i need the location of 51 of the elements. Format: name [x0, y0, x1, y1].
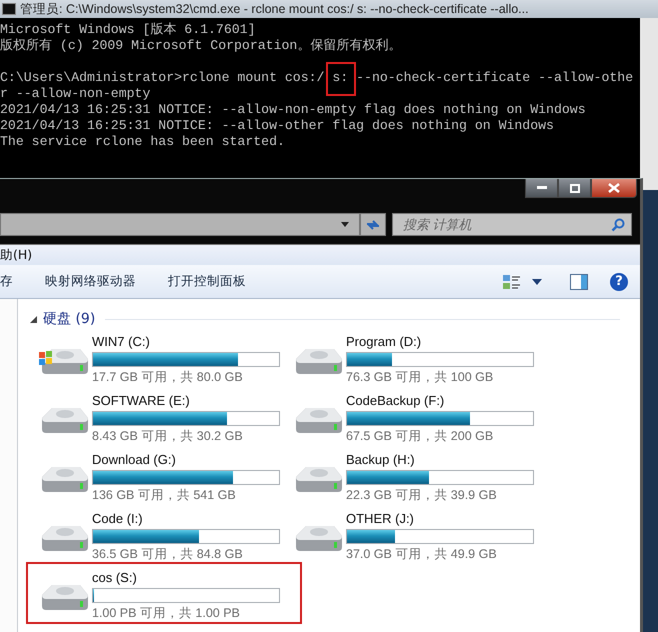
close-button[interactable]: [591, 179, 637, 198]
close-icon: [608, 183, 620, 193]
free-space: 17.7 GB 可用，共 80.0 GB: [92, 370, 244, 385]
preview-pane-icon[interactable]: [570, 274, 588, 290]
search-field[interactable]: 搜索 计算机: [401, 216, 611, 233]
drive-name[interactable]: Backup (H:): [346, 452, 534, 468]
view-icon[interactable]: [502, 274, 522, 290]
console-line: r --allow-non-empty: [0, 86, 150, 101]
drive-name[interactable]: Program (D:): [346, 334, 534, 350]
console-line: 2021/04/13 16:25:31 NOTICE: --allow-non-empty flag does nothing on Windows: [0, 102, 586, 117]
drive-name[interactable]: WIN7 (C:): [92, 334, 280, 350]
caret-icon[interactable]: [532, 278, 542, 284]
console-line: Microsoft Windows [版本 6.1.7601]: [0, 22, 256, 37]
highlight-box: [326, 62, 356, 96]
drive-name[interactable]: SOFTWARE (E:): [92, 393, 280, 409]
maximize-button[interactable]: [558, 179, 591, 198]
dropdown-icon[interactable]: [341, 222, 349, 227]
console-line: 版权所有 (c) 2009 Microsoft Corporation。保留所有权利。: [0, 38, 402, 53]
search-box[interactable]: 搜索 计算机: [392, 213, 632, 236]
free-space: 67.5 GB 可用，共 200 GB: [346, 429, 494, 444]
free-space: 36.5 GB 可用，共 84.8 GB: [92, 547, 244, 562]
minimize-icon: [536, 186, 546, 190]
maximize-icon: [570, 184, 580, 192]
help-icon[interactable]: ?: [610, 272, 628, 290]
console-line: C:\Users\Administrator>rclone mount cos:/ s: --no-check-certificate --allow-othe: [0, 70, 634, 85]
toolbar-button[interactable]: 存: [0, 273, 23, 290]
free-space: 76.3 GB 可用，共 100 GB: [346, 370, 494, 385]
refresh-icon: [365, 218, 381, 232]
group-header[interactable]: 硬盘 (9): [43, 310, 96, 328]
minimize-button[interactable]: [525, 179, 558, 198]
free-space: 37.0 GB 可用，共 49.9 GB: [346, 547, 498, 562]
free-space: 22.3 GB 可用，共 39.9 GB: [346, 488, 498, 503]
drive-name[interactable]: Code (I:): [92, 511, 280, 527]
menu-item[interactable]: 助(H): [0, 246, 32, 264]
console-line: The service rclone has been started.: [0, 134, 285, 149]
free-space: 1.00 PB 可用，共 1.00 PB: [92, 606, 241, 621]
drive-name[interactable]: CodeBackup (F:): [346, 393, 534, 409]
console-line: 2021/04/13 16:25:31 NOTICE: --allow-other flag does nothing on Windows: [0, 118, 554, 133]
toolbar-button[interactable]: 映射网络驱动器: [45, 273, 146, 290]
collapse-icon[interactable]: [30, 316, 37, 322]
drive-name[interactable]: OTHER (J:): [346, 511, 534, 527]
search-icon: [611, 218, 625, 232]
free-space: 8.43 GB 可用，共 30.2 GB: [92, 429, 244, 444]
refresh-button[interactable]: [360, 213, 386, 236]
drive-name[interactable]: cos (S:): [92, 570, 280, 586]
console-icon: [2, 3, 16, 15]
free-space: 136 GB 可用，共 541 GB: [92, 488, 237, 503]
drive-name[interactable]: Download (G:): [92, 452, 280, 468]
scrollbar[interactable]: [640, 18, 658, 190]
window-title: 管理员: C:\Windows\system32\cmd.exe - rclone mount cos:/ s: --no-check-certificate --allo...: [20, 0, 529, 18]
toolbar-button[interactable]: 打开控制面板: [168, 273, 256, 290]
